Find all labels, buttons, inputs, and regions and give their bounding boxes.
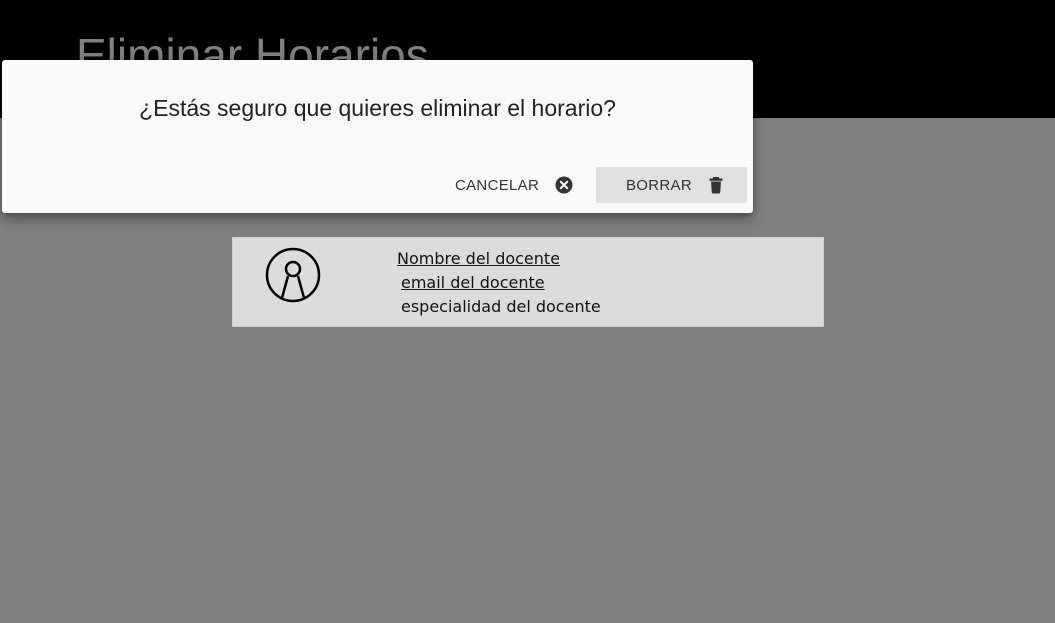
teacher-card: Nombre del docente email del docente esp…	[232, 237, 824, 327]
delete-button-label: BORRAR	[626, 176, 692, 194]
confirm-delete-dialog: ¿Estás seguro que quieres eliminar el ho…	[2, 60, 753, 213]
trash-icon	[709, 177, 723, 194]
cancel-button-label: CANCELAR	[455, 176, 540, 194]
teacher-email-link[interactable]: email del docente	[401, 273, 545, 292]
teacher-specialty: especialidad del docente	[401, 297, 601, 316]
dialog-message: ¿Estás seguro que quieres eliminar el ho…	[139, 95, 616, 121]
cancel-button[interactable]: CANCELAR	[444, 167, 580, 203]
page: Eliminar Horarios Nombre del docente ema…	[0, 0, 1055, 623]
delete-button[interactable]: BORRAR	[596, 167, 747, 203]
close-circle-icon	[555, 176, 573, 194]
teacher-name-link[interactable]: Nombre del docente	[397, 249, 560, 268]
user-avatar-icon	[265, 247, 321, 303]
